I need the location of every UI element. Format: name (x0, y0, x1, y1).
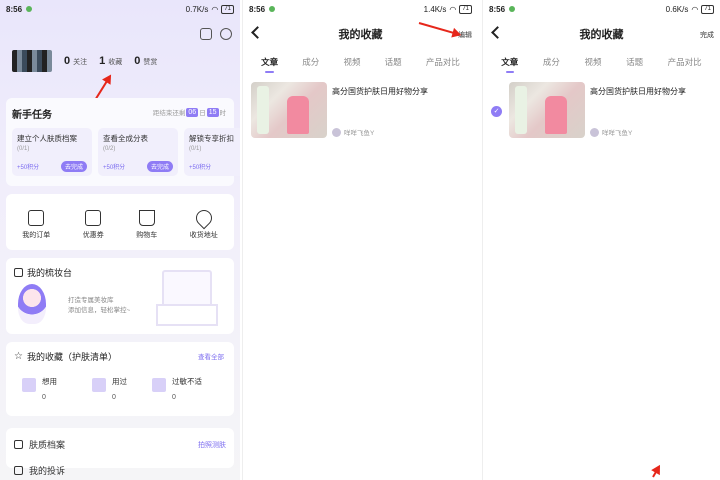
back-arrow-icon[interactable] (251, 26, 264, 39)
favorites-card: ☆ 我的收藏（护肤清单） 查看全部 想用 0 用过 0 过敏不适 0 (6, 342, 234, 416)
notification-icon (26, 6, 33, 12)
fav-category[interactable]: 用过 0 (86, 372, 146, 408)
wifi-icon: ◠ (211, 4, 219, 14)
coupon-icon (85, 210, 102, 226)
notification-icon (509, 6, 516, 12)
clipboard-icon (28, 210, 45, 226)
status-time: 8:56 (6, 4, 23, 14)
article-thumbnail (509, 82, 585, 138)
page-title: 我的收藏 (338, 29, 383, 41)
novice-tasks-card: 新手任务 距结束还剩 06 日 15 时 建立个人肤质档案 (0/1) +50积… (6, 98, 240, 186)
article-title: 高分国货护肤日用好物分享 (590, 87, 686, 96)
tab-articles[interactable]: 文章 (501, 56, 518, 73)
vanity-card[interactable]: 我的梳妆台 打造专属美妆库 添加信息，轻松掌控~ (6, 258, 234, 334)
orders-card: 我的订单 优惠券 购物车 收货地址 (6, 194, 234, 250)
photo-test-link[interactable]: 拍照测肤 (198, 440, 226, 450)
task-go-button[interactable]: 去完成 (60, 161, 87, 172)
nav-header: 我的收藏 编辑 (243, 24, 478, 44)
author-name: 咩咩飞鱼Y (344, 130, 375, 137)
tab-topics[interactable]: 话题 (626, 56, 643, 73)
likes-stat[interactable]: 0 赞赏 (134, 55, 157, 67)
author-name: 咩咩飞鱼Y (602, 130, 633, 137)
back-arrow-icon[interactable] (491, 26, 504, 39)
illustration-girl (18, 284, 46, 324)
task-go-button[interactable]: 去完成 (146, 161, 173, 172)
collect-stat[interactable]: 1 收藏 (99, 55, 122, 67)
vanity-icon (14, 268, 23, 277)
countdown: 距结束还剩 06 日 15 时 (152, 107, 226, 117)
tasks-title: 新手任务 (12, 110, 52, 121)
tab-videos[interactable]: 视频 (343, 56, 360, 73)
collection-screen: 8:56 1.4K/s ◠ 71 我的收藏 编辑 文章 成分 视频 话题 产品对… (242, 0, 478, 480)
settings-icon[interactable] (220, 28, 232, 40)
complaint-icon (14, 466, 23, 475)
skin-file-icon (14, 440, 23, 449)
status-bar: 8:56 1.4K/s ◠ 71 (243, 0, 478, 18)
following-stat[interactable]: 0 关注 (64, 55, 87, 67)
battery-icon: 71 (459, 4, 472, 14)
author-avatar (590, 127, 599, 137)
profile-header: 0 关注 1 收藏 0 赞赏 (12, 50, 157, 72)
page-title: 我的收藏 (579, 29, 624, 41)
list-item[interactable]: 高分国货护肤日用好物分享 咩咩飞鱼Y (251, 82, 428, 138)
location-icon (192, 206, 216, 230)
profile-screen: 8:56 0.7K/s ◠ 71 0 关注 1 收藏 0 赞赏 新手任务 距结束还剩 … (0, 0, 240, 480)
message-icon[interactable] (200, 28, 212, 40)
status-bar: 8:56 0.6K/s ◠ 71 (483, 0, 720, 18)
star-icon: ☆ (14, 351, 23, 362)
fav-category[interactable]: 想用 0 (16, 372, 76, 408)
cart-icon (138, 210, 155, 226)
box-icon (152, 378, 166, 392)
task-card[interactable]: 解锁专享折扣 (0/1) +50积分 (184, 128, 240, 176)
vanity-illustration (156, 270, 218, 326)
list-item[interactable]: 高分国货护肤日用好物分享 咩咩飞鱼Y (509, 82, 686, 138)
annotation-arrow (652, 466, 660, 478)
avatar[interactable] (12, 50, 52, 72)
wifi-icon: ◠ (449, 4, 457, 14)
task-card[interactable]: 查看全成分表 (0/2) +50积分 去完成 (98, 128, 178, 176)
tab-bar: 文章 成分 视频 话题 产品对比 (483, 56, 720, 73)
coupons-button[interactable]: 优惠券 (83, 210, 104, 240)
tab-product-compare[interactable]: 产品对比 (426, 56, 460, 73)
done-button[interactable]: 完成 (700, 30, 714, 40)
notification-icon (269, 6, 276, 12)
tab-videos[interactable]: 视频 (584, 56, 601, 73)
battery-icon: 71 (221, 4, 234, 14)
selected-check-icon[interactable]: ✓ (491, 106, 502, 117)
tab-bar: 文章 成分 视频 话题 产品对比 (243, 56, 478, 73)
author-avatar (332, 127, 341, 137)
view-all-link[interactable]: 查看全部 (198, 351, 224, 361)
tab-articles[interactable]: 文章 (261, 56, 278, 73)
box-icon (22, 378, 36, 392)
my-orders-button[interactable]: 我的订单 (22, 210, 50, 240)
battery-icon: 71 (701, 4, 714, 14)
fav-category[interactable]: 过敏不适 0 (146, 372, 206, 408)
address-button[interactable]: 收货地址 (190, 206, 218, 240)
nav-header: 我的收藏 完成 (483, 24, 720, 44)
task-card[interactable]: 建立个人肤质档案 (0/1) +50积分 去完成 (12, 128, 92, 176)
article-thumbnail (251, 82, 327, 138)
tab-ingredients[interactable]: 成分 (543, 56, 560, 73)
wifi-icon: ◠ (691, 4, 699, 14)
article-title: 高分国货护肤日用好物分享 (332, 87, 428, 96)
tab-ingredients[interactable]: 成分 (302, 56, 319, 73)
tab-topics[interactable]: 话题 (385, 56, 402, 73)
status-bar: 8:56 0.7K/s ◠ 71 (0, 0, 240, 18)
cart-button[interactable]: 购物车 (136, 210, 157, 240)
collection-edit-screen: 8:56 0.6K/s ◠ 71 我的收藏 完成 文章 成分 视频 话题 产品对… (482, 0, 720, 480)
tab-product-compare[interactable]: 产品对比 (668, 56, 702, 73)
network-speed: 0.7K/s (185, 4, 209, 14)
box-icon (92, 378, 106, 392)
skin-card[interactable]: 肤质档案 拍照测肤 我的投诉 (6, 428, 234, 476)
